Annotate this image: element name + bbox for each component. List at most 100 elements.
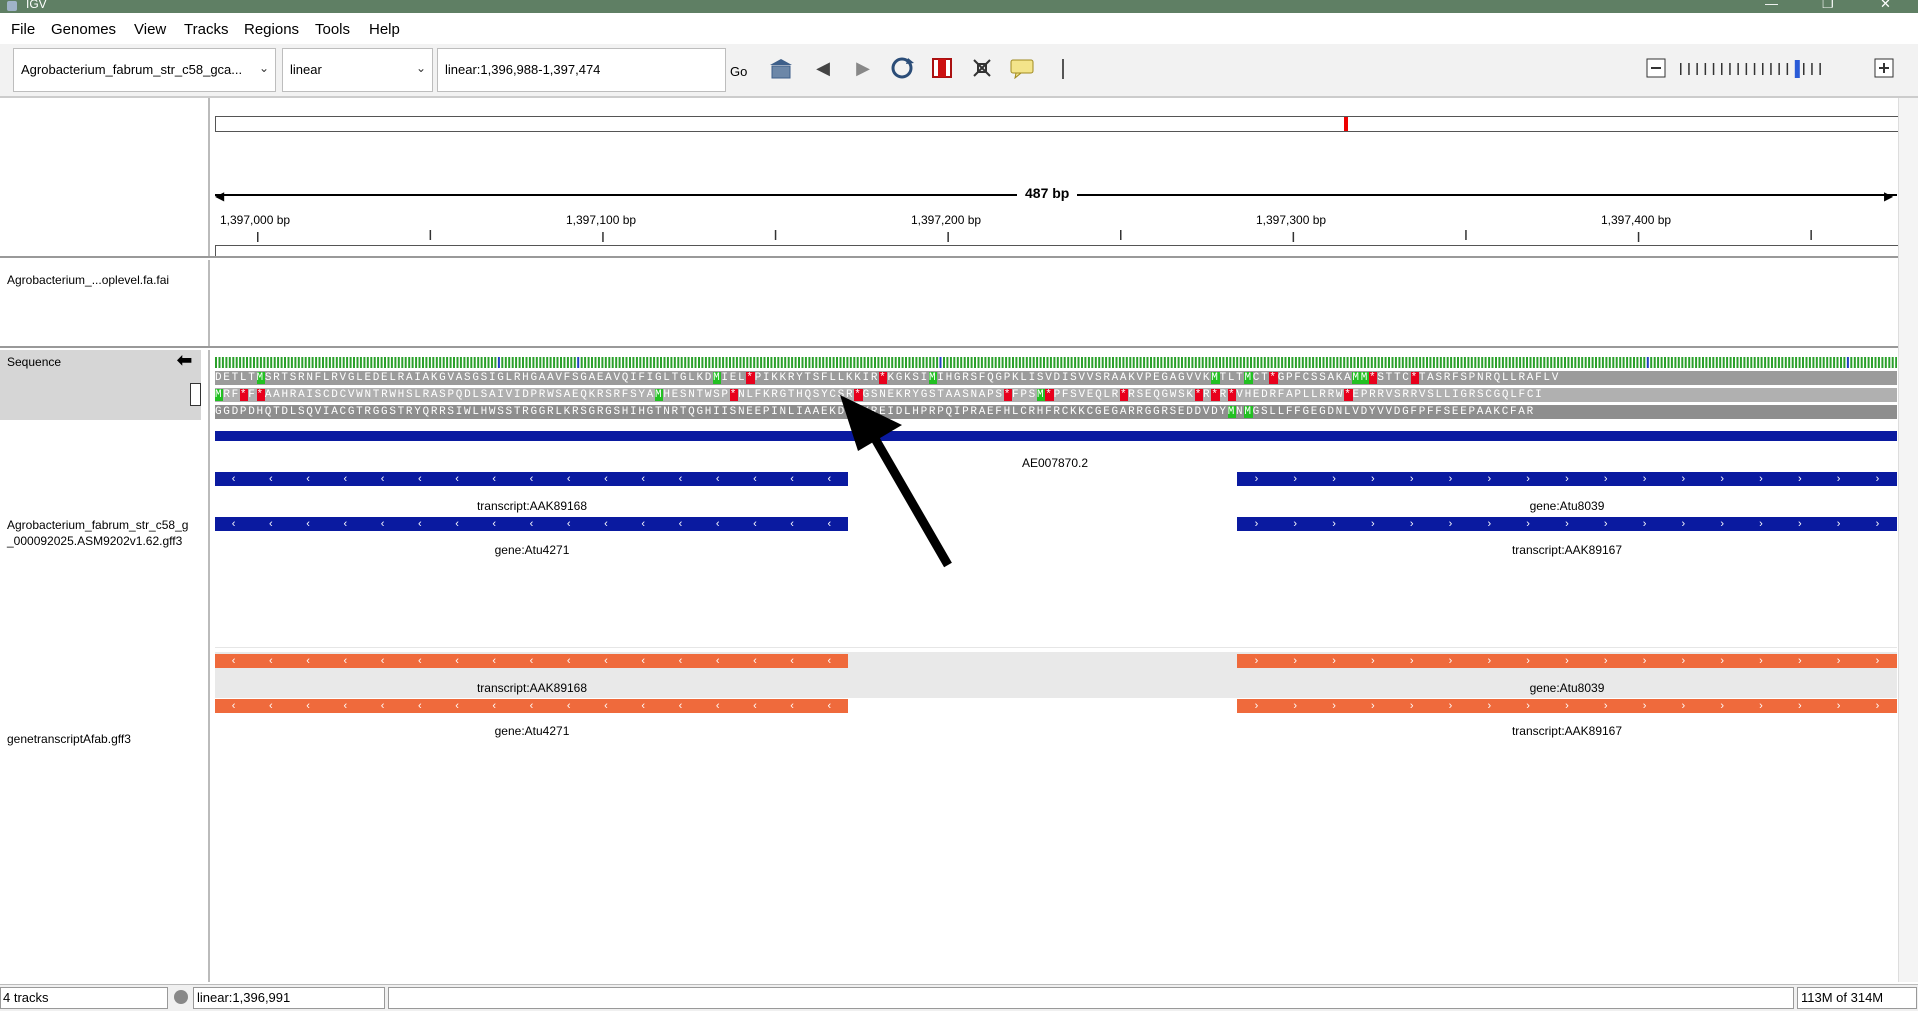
strand-chevron-icon: ‹ — [641, 473, 646, 485]
strand-chevron-icon: ‹ — [455, 473, 459, 485]
feature-gene-atu8039[interactable]: › › › › › › › › › › › › › › › › › — [1237, 472, 1897, 486]
menu-help[interactable]: Help — [369, 21, 400, 38]
home-icon[interactable] — [767, 54, 795, 82]
refresh-icon[interactable] — [888, 54, 916, 82]
minimize-icon[interactable]: — — [1765, 0, 1778, 11]
feature-transcript-aak89167[interactable]: › › › › › › › › › › › › › › › › › — [1237, 699, 1897, 713]
strand-chevron-icon: › — [1642, 700, 1647, 712]
ruler-name-panel — [0, 98, 210, 256]
strand-chevron-icon: › — [1759, 655, 1763, 667]
menu-bar: File Genomes View Tracks Regions Tools H… — [0, 14, 1918, 44]
feature-gene-atu4271[interactable]: ‹ ‹ ‹ ‹ ‹ ‹ ‹ ‹ ‹ ‹ ‹ ‹ ‹ ‹ ‹ ‹ ‹ — [215, 699, 848, 713]
strand-chevron-icon: ‹ — [678, 655, 683, 667]
menu-regions[interactable]: Regions — [244, 21, 299, 38]
translation-toggle[interactable] — [190, 383, 201, 406]
strand-chevron-icon: › — [1565, 473, 1569, 485]
span-arrow-right-icon: ▶ — [1884, 189, 1894, 203]
strand-chevron-icon: ‹ — [753, 518, 757, 530]
zoom-in-icon[interactable] — [1870, 54, 1898, 82]
strand-chevron-icon: › — [1642, 473, 1647, 485]
chevron-down-icon: ⌄ — [258, 61, 269, 75]
strand-chevron-icon: ‹ — [343, 700, 348, 712]
locus-input[interactable]: linear:1,396,988-1,397,474 — [437, 48, 726, 92]
feature-transcript-aak89167[interactable]: › › › › › › › › › › › › › › › › › — [1237, 517, 1897, 531]
gff-track-name[interactable]: genetranscriptAfab.gff3 — [7, 732, 131, 746]
strand-chevron-icon: ‹ — [715, 473, 720, 485]
contig-feature-bar[interactable] — [215, 431, 1897, 441]
strand-chevron-icon: › — [1526, 700, 1530, 712]
go-button[interactable]: Go — [730, 64, 747, 79]
chromosome-ideogram[interactable] — [215, 116, 1899, 132]
strand-chevron-icon: ‹ — [380, 518, 385, 530]
strand-chevron-icon: ‹ — [231, 655, 236, 667]
strand-chevron-icon: › — [1293, 473, 1298, 485]
strand-chevron-icon: ‹ — [753, 700, 757, 712]
strand-chevron-icon: ‹ — [417, 655, 422, 667]
zoom-slider[interactable] — [1676, 60, 1826, 78]
ruler-tick-label: 1,397,400 bp — [1601, 213, 1672, 227]
strand-chevron-icon: › — [1603, 473, 1608, 485]
feature-label: gene:Atu4271 — [494, 543, 570, 557]
genome-value: Agrobacterium_fabrum_str_c58_gca... — [21, 62, 243, 77]
menu-file[interactable]: File — [11, 21, 35, 38]
toolbar: Agrobacterium_fabrum_str_c58_gca... ⌄ li… — [0, 44, 1918, 98]
strand-chevron-icon: › — [1254, 518, 1259, 530]
strand-chevron-icon: › — [1371, 700, 1375, 712]
strand-chevron-icon: ‹ — [417, 700, 422, 712]
strand-chevron-icon: › — [1293, 700, 1298, 712]
strand-chevron-icon: › — [1836, 518, 1841, 530]
feature-transcript-aak89168[interactable]: ‹ ‹ ‹ ‹ ‹ ‹ ‹ ‹ ‹ ‹ ‹ ‹ ‹ ‹ ‹ ‹ ‹ — [215, 654, 848, 668]
strand-chevron-icon: › — [1603, 518, 1608, 530]
back-arrow-icon[interactable]: ◀ — [809, 54, 837, 82]
forward-arrow-icon[interactable]: ▶ — [849, 54, 877, 82]
feature-label: gene:Atu4271 — [494, 724, 570, 738]
zoom-out-icon[interactable] — [1642, 54, 1670, 82]
strand-arrow-icon[interactable]: ⬅ — [177, 350, 192, 371]
strand-chevron-icon: ‹ — [715, 518, 720, 530]
igv-app-icon — [7, 1, 17, 11]
chromosome-dropdown[interactable]: linear ⌄ — [282, 48, 433, 92]
popup-info-icon[interactable] — [1008, 54, 1036, 82]
strand-chevron-icon: › — [1836, 655, 1841, 667]
span-label: 487 bp — [1017, 185, 1078, 201]
strand-chevron-icon: › — [1448, 473, 1453, 485]
feature-gene-atu4271[interactable]: ‹ ‹ ‹ ‹ ‹ ‹ ‹ ‹ ‹ ‹ ‹ ‹ ‹ ‹ ‹ ‹ ‹ — [215, 517, 848, 531]
close-icon[interactable]: ✕ — [1880, 0, 1891, 12]
strand-chevron-icon: › — [1371, 655, 1375, 667]
status-track-count: 4 tracks — [0, 987, 168, 1009]
menu-genomes[interactable]: Genomes — [51, 21, 116, 38]
strand-chevron-icon: › — [1487, 700, 1492, 712]
fai-track-name[interactable]: Agrobacterium_...oplevel.fa.fai — [7, 273, 169, 287]
menu-view[interactable]: View — [134, 21, 166, 38]
menu-tracks[interactable]: Tracks — [184, 21, 228, 38]
restore-icon[interactable]: ❐ — [1822, 0, 1834, 12]
gff-track-name[interactable]: Agrobacterium_fabrum_str_c58_g _00009202… — [7, 517, 188, 549]
ruler-tick-label: 1,397,200 bp — [911, 213, 982, 227]
track-separator — [215, 647, 1897, 648]
strand-chevron-icon: › — [1332, 518, 1336, 530]
strand-chevron-icon: ‹ — [678, 700, 683, 712]
strand-chevron-icon: › — [1448, 700, 1453, 712]
genome-dropdown[interactable]: Agrobacterium_fabrum_str_c58_gca... ⌄ — [13, 48, 276, 92]
resize-to-window-icon[interactable] — [968, 54, 996, 82]
strand-chevron-icon: ‹ — [231, 700, 236, 712]
feature-gene-atu8039[interactable]: › › › › › › › › › › › › › › › › › — [1237, 654, 1897, 668]
strand-chevron-icon: › — [1603, 700, 1608, 712]
strand-chevron-icon: ‹ — [566, 700, 571, 712]
feature-label: transcript:AAK89167 — [1511, 724, 1623, 738]
region-of-interest-icon[interactable] — [928, 54, 956, 82]
window-title: IGV — [26, 0, 47, 11]
ruler-tick-label: 1,397,100 bp — [566, 213, 637, 227]
strand-chevron-icon: ‹ — [827, 473, 832, 485]
strand-chevron-icon: ‹ — [827, 700, 832, 712]
strand-chevron-icon: › — [1681, 518, 1686, 530]
track-name-panel — [0, 350, 210, 982]
feature-transcript-aak89168[interactable]: ‹ ‹ ‹ ‹ ‹ ‹ ‹ ‹ ‹ ‹ ‹ ‹ ‹ ‹ ‹ ‹ ‹ — [215, 472, 848, 486]
vertical-scrollbar[interactable] — [1898, 98, 1918, 982]
strand-chevron-icon: › — [1759, 518, 1763, 530]
menu-tools[interactable]: Tools — [315, 21, 350, 38]
span-arrow-left-icon: ◀ — [215, 189, 225, 203]
status-message — [388, 987, 1794, 1009]
strand-chevron-icon: ‹ — [492, 473, 497, 485]
strand-chevron-icon: › — [1565, 700, 1569, 712]
